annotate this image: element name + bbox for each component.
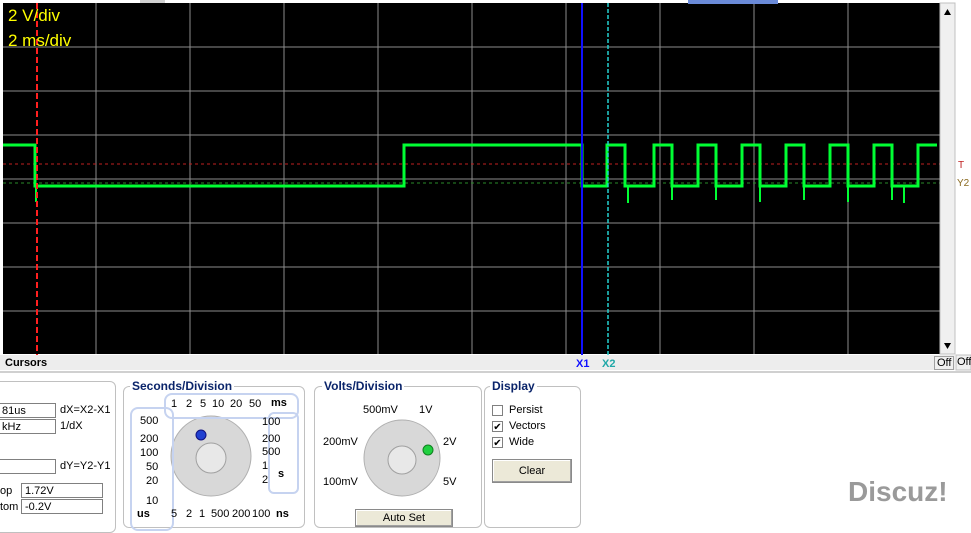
sec-tick-200us[interactable]: 200 [140,433,158,445]
volts-2v[interactable]: 2V [443,436,456,448]
wide-label: Wide [509,436,535,448]
persist-label: Persist [509,404,543,416]
bottom-label: tom [0,501,19,513]
sec-tick-1[interactable]: 1 [171,398,177,410]
auto-set-button[interactable]: Auto Set [355,509,453,527]
sec-tick-5[interactable]: 5 [200,398,206,410]
top-value-field[interactable]: 1.72V [21,483,103,498]
trigger-marker[interactable]: T [958,160,964,171]
display-title: Display [490,379,537,393]
volts-500mv[interactable]: 500mV [363,404,398,416]
dx-label: dX=X2-X1 [60,404,111,416]
clear-button[interactable]: Clear [492,459,572,483]
volts-division-group [314,386,482,528]
persist-checkbox[interactable] [492,405,503,416]
off-button-2[interactable]: Off [957,356,971,368]
top-label: op [0,485,13,497]
ns-unit-label: ns [276,508,289,520]
us-unit-label: us [137,508,150,520]
x1-cursor-handle[interactable]: X1 [576,358,589,370]
sec-tick-20[interactable]: 20 [230,398,242,410]
sec-tick-5us[interactable]: 5 [171,508,177,520]
sec-tick-100us[interactable]: 100 [140,447,158,459]
dx-value-field[interactable]: 81us [0,403,56,418]
sec-tick-50[interactable]: 50 [249,398,261,410]
sec-tick-100ns[interactable]: 100 [252,508,270,520]
vectors-checkbox[interactable]: ✔ [492,421,503,433]
vectors-label: Vectors [509,420,546,432]
sec-tick-10us[interactable]: 10 [146,495,158,507]
sec-tick-500us[interactable]: 500 [140,415,158,427]
sec-tick-2[interactable]: 2 [186,398,192,410]
discuz-watermark: Discuz! [848,476,948,507]
seconds-division-title: Seconds/Division [130,379,235,393]
bottom-value-field[interactable]: -0.2V [21,499,103,514]
volts-5v[interactable]: 5V [443,476,456,488]
frequency-label: 1/dX [60,420,83,432]
off-button-1[interactable]: Off [934,356,955,370]
sec-tick-50us[interactable]: 50 [146,461,158,473]
volts-division-title: Volts/Division [322,379,405,393]
sec-tick-500ms[interactable]: 500 [262,446,280,458]
dy-label: dY=Y2-Y1 [60,460,111,472]
sec-tick-500ns[interactable]: 500 [211,508,229,520]
cursors-label: Cursors [5,357,48,369]
s-unit-label: s [278,468,285,480]
volts-per-div-readout: 2 V/div [8,6,60,25]
volts-100mv[interactable]: 100mV [323,476,358,488]
frequency-value-field[interactable]: kHz [0,419,56,434]
sec-tick-10[interactable]: 10 [212,398,224,410]
volts-1v[interactable]: 1V [419,404,432,416]
dy-value-field[interactable] [0,459,56,474]
sec-tick-2s[interactable]: 2 [262,474,268,486]
sec-tick-200ns[interactable]: 200 [232,508,250,520]
sec-tick-200ms[interactable]: 200 [262,433,280,445]
sec-tick-2us[interactable]: 2 [186,508,192,520]
sec-tick-100ms[interactable]: 100 [262,416,280,428]
wide-checkbox[interactable]: ✔ [492,437,503,449]
x2-cursor-handle[interactable]: X2 [602,358,615,370]
y2-marker[interactable]: Y2 [957,178,969,189]
time-per-div-readout: 2 ms/div [8,31,72,50]
sec-tick-1s[interactable]: 1 [262,460,268,472]
sec-tick-20us[interactable]: 20 [146,475,158,487]
ms-unit-label: ms [271,397,287,409]
sec-tick-1us[interactable]: 1 [199,508,205,520]
volts-200mv[interactable]: 200mV [323,436,358,448]
vertical-scrollbar [939,2,956,355]
